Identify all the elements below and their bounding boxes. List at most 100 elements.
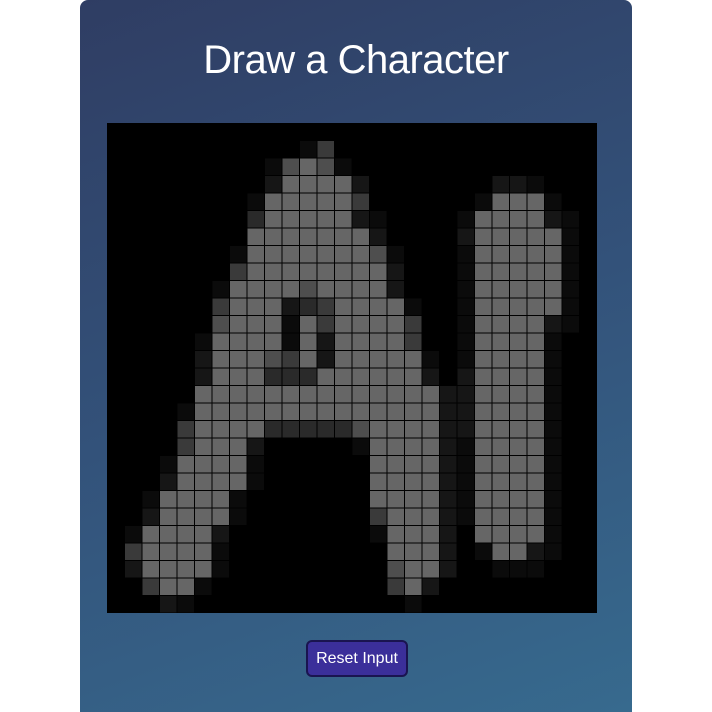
grid-cell[interactable]	[492, 211, 510, 228]
grid-cell[interactable]	[562, 228, 580, 246]
grid-cell[interactable]	[457, 386, 475, 403]
grid-cell[interactable]	[545, 491, 562, 508]
grid-cell[interactable]	[405, 508, 422, 526]
grid-cell[interactable]	[230, 281, 247, 298]
grid-cell[interactable]	[440, 543, 457, 561]
grid-cell[interactable]	[247, 456, 265, 473]
grid-cell[interactable]	[352, 228, 370, 246]
grid-cell[interactable]	[335, 158, 352, 176]
grid-cell[interactable]	[492, 246, 510, 263]
grid-cell[interactable]	[352, 211, 370, 228]
grid-cell[interactable]	[352, 386, 370, 403]
grid-cell[interactable]	[527, 368, 545, 386]
grid-cell[interactable]	[230, 421, 247, 438]
grid-cell[interactable]	[212, 316, 230, 333]
grid-cell[interactable]	[405, 368, 422, 386]
grid-cell[interactable]	[510, 491, 527, 508]
grid-cell[interactable]	[370, 508, 387, 526]
grid-cell[interactable]	[527, 351, 545, 368]
grid-cell[interactable]	[300, 263, 317, 281]
grid-cell[interactable]	[335, 263, 352, 281]
grid-cell[interactable]	[212, 333, 230, 351]
grid-cell[interactable]	[230, 508, 247, 526]
grid-cell[interactable]	[195, 578, 212, 596]
grid-cell[interactable]	[300, 368, 317, 386]
grid-cell[interactable]	[475, 333, 492, 351]
grid-cell[interactable]	[352, 368, 370, 386]
grid-cell[interactable]	[352, 351, 370, 368]
grid-cell[interactable]	[527, 298, 545, 316]
grid-cell[interactable]	[160, 491, 177, 508]
grid-cell[interactable]	[510, 228, 527, 246]
grid-cell[interactable]	[527, 508, 545, 526]
grid-cell[interactable]	[300, 246, 317, 263]
grid-cell[interactable]	[527, 403, 545, 421]
grid-cell[interactable]	[527, 193, 545, 211]
grid-cell[interactable]	[545, 438, 562, 456]
grid-cell[interactable]	[317, 141, 335, 158]
grid-cell[interactable]	[370, 438, 387, 456]
grid-cell[interactable]	[212, 351, 230, 368]
grid-cell[interactable]	[160, 578, 177, 596]
grid-cell[interactable]	[405, 316, 422, 333]
grid-cell[interactable]	[545, 193, 562, 211]
grid-cell[interactable]	[265, 386, 282, 403]
grid-cell[interactable]	[370, 491, 387, 508]
grid-cell[interactable]	[212, 281, 230, 298]
grid-cell[interactable]	[475, 351, 492, 368]
grid-cell[interactable]	[475, 263, 492, 281]
grid-cell[interactable]	[457, 263, 475, 281]
grid-cell[interactable]	[160, 561, 177, 578]
grid-cell[interactable]	[352, 176, 370, 193]
grid-cell[interactable]	[422, 508, 440, 526]
grid-cell[interactable]	[422, 526, 440, 543]
grid-cell[interactable]	[492, 176, 510, 193]
grid-cell[interactable]	[317, 421, 335, 438]
grid-cell[interactable]	[562, 298, 580, 316]
grid-cell[interactable]	[282, 421, 300, 438]
grid-cell[interactable]	[405, 491, 422, 508]
grid-cell[interactable]	[440, 386, 457, 403]
grid-cell[interactable]	[387, 421, 405, 438]
grid-cell[interactable]	[457, 508, 475, 526]
grid-cell[interactable]	[282, 351, 300, 368]
grid-cell[interactable]	[300, 403, 317, 421]
grid-cell[interactable]	[370, 281, 387, 298]
grid-cell[interactable]	[510, 368, 527, 386]
grid-cell[interactable]	[317, 246, 335, 263]
grid-cell[interactable]	[265, 158, 282, 176]
grid-cell[interactable]	[510, 473, 527, 491]
grid-cell[interactable]	[142, 526, 160, 543]
grid-cell[interactable]	[282, 281, 300, 298]
grid-cell[interactable]	[457, 316, 475, 333]
grid-cell[interactable]	[352, 298, 370, 316]
grid-cell[interactable]	[422, 386, 440, 403]
grid-cell[interactable]	[282, 386, 300, 403]
grid-cell[interactable]	[195, 403, 212, 421]
grid-cell[interactable]	[160, 526, 177, 543]
grid-cell[interactable]	[492, 351, 510, 368]
grid-cell[interactable]	[457, 403, 475, 421]
grid-cell[interactable]	[492, 508, 510, 526]
grid-cell[interactable]	[125, 526, 142, 543]
grid-cell[interactable]	[510, 561, 527, 578]
grid-cell[interactable]	[177, 526, 195, 543]
grid-cell[interactable]	[422, 368, 440, 386]
grid-cell[interactable]	[300, 158, 317, 176]
grid-cell[interactable]	[335, 176, 352, 193]
grid-cell[interactable]	[370, 246, 387, 263]
grid-cell[interactable]	[440, 438, 457, 456]
grid-cell[interactable]	[195, 561, 212, 578]
grid-cell[interactable]	[475, 386, 492, 403]
grid-cell[interactable]	[230, 438, 247, 456]
grid-cell[interactable]	[335, 193, 352, 211]
grid-cell[interactable]	[422, 456, 440, 473]
grid-cell[interactable]	[212, 543, 230, 561]
grid-cell[interactable]	[370, 403, 387, 421]
grid-cell[interactable]	[265, 403, 282, 421]
grid-cell[interactable]	[545, 403, 562, 421]
grid-cell[interactable]	[265, 228, 282, 246]
grid-cell[interactable]	[300, 316, 317, 333]
grid-cell[interactable]	[370, 473, 387, 491]
grid-cell[interactable]	[212, 473, 230, 491]
